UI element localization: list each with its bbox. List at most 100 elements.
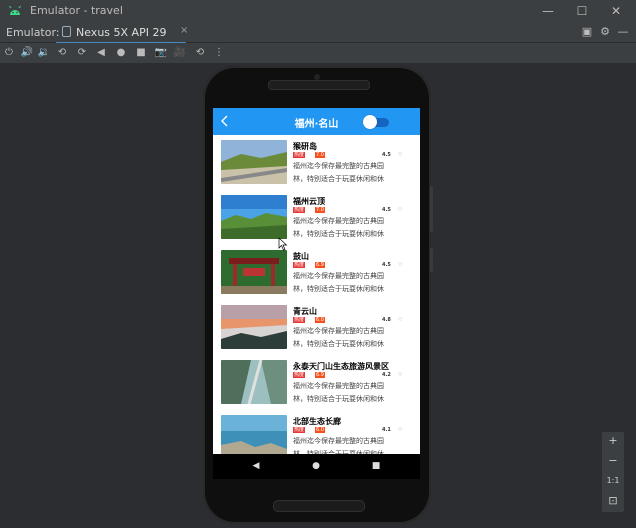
zoom-out-button[interactable]: − xyxy=(602,452,624,470)
item-description: 福州迄今保存最完整的古典园 林，特别适合于玩耍休闲和休 xyxy=(293,380,403,406)
phone-screen: 福州·名山 猴研岛 热度 7.0 4.5 ♡ 福州迄今保存最完整的古典园 林，特别适合于玩耍… xyxy=(213,108,420,454)
rotate-left-icon[interactable]: ⟲ xyxy=(55,46,69,60)
rating-score: 4.1 xyxy=(382,427,391,433)
rotate-right-icon[interactable]: ⟳ xyxy=(75,46,89,60)
item-description: 福州迄今保存最完整的古典园 林，特别适合于玩耍休闲和休 xyxy=(293,215,403,241)
description-line: 林，特别适合于玩耍休闲和休 xyxy=(293,340,384,348)
mouse-cursor-icon xyxy=(278,237,288,251)
rating-score: 4.2 xyxy=(382,372,391,378)
tab-title: Nexus 5X API 29 xyxy=(76,26,167,39)
item-title: 猴研岛 xyxy=(293,142,317,151)
list-item[interactable]: 青云山 热度 6.0 4.8 ♡ 福州迄今保存最完整的古典园 林，特别适合于玩耍休闲和休 xyxy=(213,300,420,350)
item-title: 青云山 xyxy=(293,307,317,316)
heat-badge: 热度 xyxy=(293,207,306,213)
hide-panel-icon[interactable]: — xyxy=(616,25,630,39)
volume-down-icon[interactable]: 🔉 xyxy=(37,46,51,60)
heat-value-badge: 7.0 xyxy=(315,152,325,158)
item-description: 福州迄今保存最完整的古典园 林，特别适合于玩耍休闲和休 xyxy=(293,435,403,454)
favorite-icon[interactable]: ♡ xyxy=(398,427,402,433)
item-title: 福州云顶 xyxy=(293,197,325,206)
favorite-icon[interactable]: ♡ xyxy=(398,372,402,378)
emulator-tab-bar: Emulator: Nexus 5X API 29 × ▣ ⚙ — xyxy=(0,22,636,44)
android-icon xyxy=(9,5,21,15)
emulator-label: Emulator: xyxy=(6,26,60,39)
item-description: 福州迄今保存最完整的古典园 林，特别适合于玩耍休闲和休 xyxy=(293,270,403,296)
scenic-thumbnail xyxy=(221,415,287,454)
rating-score: 4.5 xyxy=(382,152,391,158)
favorite-icon[interactable]: ♡ xyxy=(398,152,402,158)
description-line: 福州迄今保存最完整的古典园 xyxy=(293,437,384,445)
phone-speaker xyxy=(268,80,370,90)
back-icon[interactable]: ◀ xyxy=(94,46,108,60)
item-title: 鼓山 xyxy=(293,252,309,261)
item-title: 北部生态长廊 xyxy=(293,417,341,426)
description-line: 福州迄今保存最完整的古典园 xyxy=(293,272,384,280)
heat-badge: 热度 xyxy=(293,427,306,433)
list-item[interactable]: 北部生态长廊 热度 6.0 4.1 ♡ 福州迄今保存最完整的古典园 林，特别适合于玩耍休闲和… xyxy=(213,410,420,454)
heat-badge: 热度 xyxy=(293,262,306,268)
zoom-panel: + − 1:1 ⊡ xyxy=(602,432,624,512)
nav-back-icon[interactable]: ◀ xyxy=(249,459,263,473)
phone-volume-button[interactable] xyxy=(430,186,433,232)
home-icon[interactable]: ● xyxy=(114,46,128,60)
heat-badge: 热度 xyxy=(293,372,306,378)
phone-chin xyxy=(273,500,365,512)
heat-value-badge: 7.0 xyxy=(315,207,325,213)
description-line: 福州迄今保存最完整的古典园 xyxy=(293,327,384,335)
window-title: Emulator - travel xyxy=(30,4,123,17)
toggle-knob xyxy=(363,115,377,129)
description-line: 福州迄今保存最完整的古典园 xyxy=(293,217,384,225)
nav-recents-icon[interactable]: ■ xyxy=(369,459,383,473)
zoom-in-button[interactable]: + xyxy=(602,432,624,450)
rating-score: 4.5 xyxy=(382,262,391,268)
tab-nexus-5x[interactable]: Nexus 5X API 29 × xyxy=(56,22,188,44)
layout-icon[interactable]: ▣ xyxy=(580,25,594,39)
android-nav-bar: ◀ ● ■ xyxy=(213,454,420,479)
camera-icon[interactable]: 📷 xyxy=(154,46,168,60)
fit-screen-icon[interactable]: ⊡ xyxy=(602,492,624,510)
scenic-thumbnail xyxy=(221,140,287,184)
heat-value-badge: 6.9 xyxy=(315,262,325,268)
description-line: 福州迄今保存最完整的古典园 xyxy=(293,382,384,390)
minimize-icon[interactable]: — xyxy=(540,3,556,19)
scenic-thumbnail xyxy=(221,360,287,404)
overview-icon[interactable]: ■ xyxy=(134,46,148,60)
scenic-thumbnail xyxy=(221,250,287,294)
tab-close-icon[interactable]: × xyxy=(180,25,188,36)
zoom-ratio-button[interactable]: 1:1 xyxy=(602,472,624,490)
heat-value-badge: 6.9 xyxy=(315,372,325,378)
favorite-icon[interactable]: ♡ xyxy=(398,262,402,268)
more-icon[interactable]: ⋮ xyxy=(212,46,226,60)
power-icon[interactable]: ⏻ xyxy=(2,46,16,60)
view-toggle-switch[interactable] xyxy=(363,115,389,129)
maximize-icon[interactable]: ☐ xyxy=(574,3,590,19)
list-item[interactable]: 鼓山 热度 6.9 4.5 ♡ 福州迄今保存最完整的古典园 林，特别适合于玩耍休闲和休 xyxy=(213,245,420,295)
description-line: 福州迄今保存最完整的古典园 xyxy=(293,162,384,170)
nav-home-icon[interactable]: ● xyxy=(309,459,323,473)
emulator-toolbar: ⏻ 🔊 🔉 ⟲ ⟳ ◀ ● ■ 📷 🎥 ⟲ ⋮ xyxy=(0,43,636,63)
list-item[interactable]: 福州云顶 热度 7.0 4.5 ♡ 福州迄今保存最完整的古典园 林，特别适合于玩耍休闲和休 xyxy=(213,190,420,240)
heat-badge: 热度 xyxy=(293,317,306,323)
scenic-thumbnail xyxy=(221,195,287,239)
volume-up-icon[interactable]: 🔊 xyxy=(20,46,34,60)
heat-badge: 热度 xyxy=(293,152,306,158)
rating-score: 4.5 xyxy=(382,207,391,213)
close-icon[interactable]: ✕ xyxy=(608,3,624,19)
description-line: 林，特别适合于玩耍休闲和休 xyxy=(293,230,384,238)
rating-score: 4.8 xyxy=(382,317,391,323)
device-icon xyxy=(62,26,71,37)
heat-value-badge: 6.0 xyxy=(315,317,325,323)
favorite-icon[interactable]: ♡ xyxy=(398,207,402,213)
app-bar: 福州·名山 xyxy=(213,108,420,135)
description-line: 林，特别适合于玩耍休闲和休 xyxy=(293,175,384,183)
description-line: 林，特别适合于玩耍休闲和休 xyxy=(293,285,384,293)
screenrecord-icon[interactable]: 🎥 xyxy=(173,46,187,60)
list-item[interactable]: 永泰天门山生态旅游风景区 热度 6.9 4.2 ♡ 福州迄今保存最完整的古典园 林，特别适合… xyxy=(213,355,420,405)
favorite-icon[interactable]: ♡ xyxy=(398,317,402,323)
phone-power-button[interactable] xyxy=(430,248,433,272)
gear-icon[interactable]: ⚙ xyxy=(598,25,612,39)
item-title: 永泰天门山生态旅游风景区 xyxy=(293,362,389,371)
description-line: 林，特别适合于玩耍休闲和休 xyxy=(293,395,384,403)
snapshot-icon[interactable]: ⟲ xyxy=(193,46,207,60)
list-item[interactable]: 猴研岛 热度 7.0 4.5 ♡ 福州迄今保存最完整的古典园 林，特别适合于玩耍休闲和休 xyxy=(213,135,420,185)
